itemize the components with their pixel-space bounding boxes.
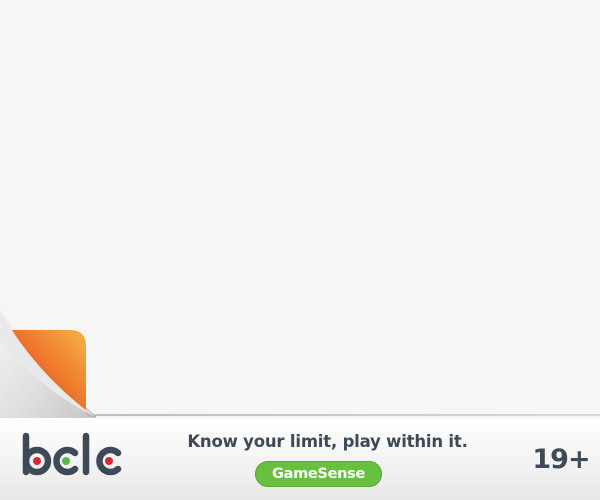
- gamesense-badge[interactable]: GameSense: [255, 461, 382, 487]
- page-curl-icon[interactable]: [0, 300, 100, 425]
- age-limit-label: 19+: [532, 444, 590, 475]
- responsible-gambling-tagline: Know your limit, play within it.: [187, 432, 468, 451]
- bclc-logo-icon[interactable]: bclc: [20, 432, 125, 480]
- footer-divider: [94, 414, 600, 416]
